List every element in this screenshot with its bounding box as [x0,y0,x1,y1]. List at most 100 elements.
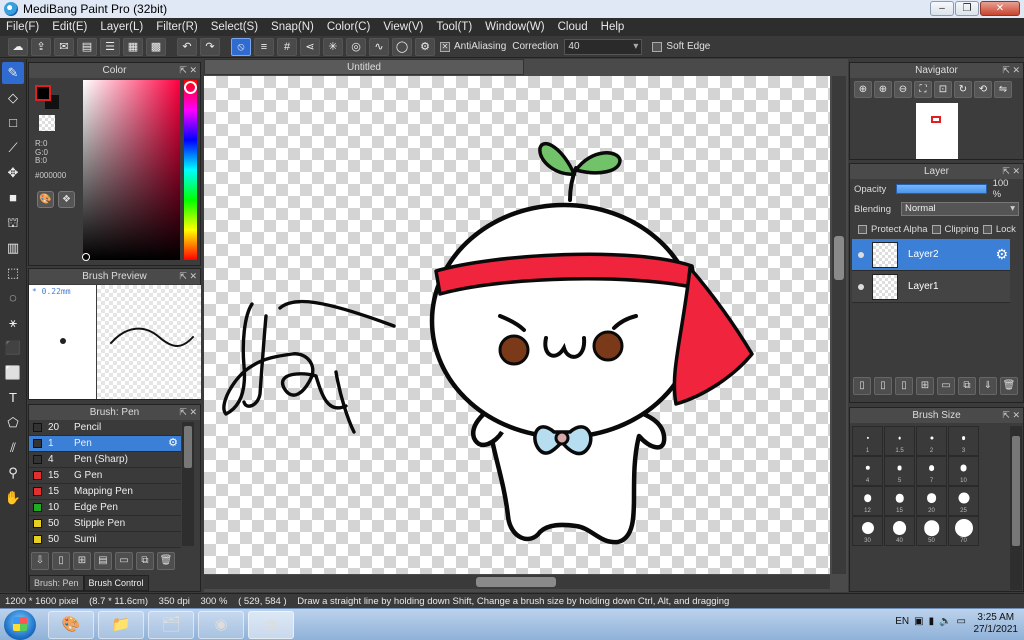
brush-size-option[interactable]: 15 [884,486,915,516]
antialiasing-checkbox[interactable]: ✕ [440,41,450,52]
visibility-eye-icon[interactable] [858,251,864,258]
brush-properties-icon[interactable]: ▤ [94,552,112,570]
brush-size-option[interactable]: 1 [852,426,883,456]
volume-icon[interactable]: 🔈 [939,616,951,627]
menu-layer[interactable]: Layer(L) [100,21,143,33]
network-icon[interactable]: ▮ [929,616,935,627]
delete-layer-icon[interactable]: 🗑 [1000,377,1018,395]
menu-filter[interactable]: Filter(R) [156,21,198,33]
brush-size-option[interactable]: 5 [884,456,915,486]
cloud-save-icon[interactable]: ☁ [8,37,28,56]
color-history-icon[interactable]: ❖ [58,191,75,208]
zoom-in-alt-icon[interactable]: ⊕ [874,81,892,98]
fill-rect-tool-icon[interactable]: ■ [2,187,24,209]
menu-cloud[interactable]: Cloud [558,21,588,33]
opacity-slider[interactable] [896,184,987,194]
rotate-icon[interactable]: ↻ [954,81,972,98]
correction-select[interactable]: 40 [564,38,643,55]
brush-list-icon[interactable]: ☰ [100,37,120,56]
duplicate-brush-icon[interactable]: ⧉ [136,552,154,570]
brush-size-option[interactable]: 1.5 [884,426,915,456]
select-pen-tool-icon[interactable]: ⬛ [2,337,24,359]
redo-icon[interactable]: ↷ [200,37,220,56]
office-app-icon[interactable]: 🗂 [148,611,194,639]
blending-select[interactable]: Normal [900,202,1019,216]
add-brush-icon[interactable]: ⊞ [73,552,91,570]
lasso-tool-icon[interactable]: ◌ [2,287,24,309]
menu-help[interactable]: Help [601,21,625,33]
panel-controls-icon[interactable]: ⇱ ✕ [179,63,197,78]
divide-tool-icon[interactable]: ⫽ [2,437,24,459]
visibility-eye-icon[interactable] [858,283,864,290]
file-explorer-icon[interactable]: 📁 [98,611,144,639]
layers-icon[interactable]: ▤ [77,37,97,56]
clipping-checkbox[interactable] [931,224,941,234]
tab-brush[interactable]: Brush: Pen [29,575,84,591]
brush-size-option[interactable]: 4 [852,456,883,486]
brush-size-option[interactable]: 70 [948,516,979,546]
parallel-snap-icon[interactable]: ≡ [254,37,274,56]
brush-list-item[interactable]: 50 Stipple Pen [29,516,181,532]
scroll-thumb[interactable] [834,236,844,280]
zoom-out-icon[interactable]: ⊖ [894,81,912,98]
canvas-horizontal-scrollbar[interactable] [204,575,830,589]
materials-icon[interactable]: ▦ [123,37,143,56]
bucket-tool-icon[interactable]: ⛫ [2,212,24,234]
brush-size-option[interactable]: 7 [916,456,947,486]
transparent-color-swatch[interactable] [39,115,55,131]
select-eraser-tool-icon[interactable]: ⬜ [2,362,24,384]
foreground-color-swatch[interactable] [35,85,51,101]
circle-snap-icon[interactable]: ◎ [346,37,366,56]
select-tool-icon[interactable]: ⬚ [2,262,24,284]
layer-settings-gear-icon[interactable]: ⚙ [995,246,1008,263]
tab-brush-control[interactable]: Brush Control [83,575,149,591]
menu-file[interactable]: File(F) [6,21,39,33]
scroll-thumb[interactable] [476,577,556,587]
lock-checkbox[interactable] [982,224,992,234]
hand-tool-icon[interactable]: ✋ [2,487,24,509]
line-tool-icon[interactable]: ⟋ [2,137,24,159]
brush-list-item[interactable]: 15 G Pen [29,468,181,484]
brush-list-item[interactable]: 20 Pencil [29,420,181,436]
hue-slider[interactable] [184,80,197,260]
brush-list-item[interactable]: 10 Edge Pen [29,500,181,516]
panel-tool-icon[interactable]: ⬠ [2,412,24,434]
saturation-value-picker[interactable] [83,80,180,260]
menu-edit[interactable]: Edit(E) [52,21,87,33]
battery-icon[interactable]: ▭ [957,616,966,627]
panel-controls-icon[interactable]: ⇱ ✕ [179,405,197,420]
brush-size-option[interactable]: 20 [916,486,947,516]
ellipse-snap-icon[interactable]: ◯ [392,37,412,56]
brush-settings-gear-icon[interactable]: ⚙ [168,436,178,449]
panel-controls-icon[interactable]: ⇱ ✕ [1002,408,1020,423]
merge-layer-icon[interactable]: ⇓ [979,377,997,395]
brush-list-item[interactable]: 15 Mapping Pen [29,484,181,500]
brush-list-item[interactable]: 1 Pen ⚙ [29,436,181,452]
brush-list-scrollbar[interactable] [182,422,194,546]
paint-app-icon[interactable]: 🎨 [48,611,94,639]
download-brush-icon[interactable]: ⇩ [31,552,49,570]
brush-size-option[interactable]: 3 [948,426,979,456]
brush-list-item[interactable]: 50 Sumi [29,532,181,548]
curve-snap-icon[interactable]: ∿ [369,37,389,56]
brush-size-option[interactable]: 10 [948,456,979,486]
close-button[interactable]: ✕ [980,1,1020,16]
magic-wand-tool-icon[interactable]: ⚹ [2,312,24,334]
layer-folder-icon[interactable]: ▭ [937,377,955,395]
panel-controls-icon[interactable]: ⇱ ✕ [179,269,197,284]
antivirus-icon[interactable]: ▣ [914,616,923,627]
navigator-viewbox[interactable] [931,116,941,123]
minimize-button[interactable]: – [930,1,954,16]
brush-folder-icon[interactable]: ▭ [115,552,133,570]
menu-window[interactable]: Window(W) [485,21,544,33]
brush-size-option[interactable]: 12 [852,486,883,516]
layer-row[interactable]: Layer1 [852,271,1010,303]
soft-edge-checkbox[interactable] [652,41,663,52]
brush-size-option[interactable]: 30 [852,516,883,546]
document-tab[interactable]: Untitled [204,59,524,75]
share-icon[interactable]: ⇪ [31,37,51,56]
flip-icon[interactable]: ⇋ [994,81,1012,98]
new-8bit-layer-icon[interactable]: ▯ [895,377,913,395]
navigator-thumbnail[interactable] [916,103,958,159]
add-layer-menu-icon[interactable]: ⊞ [916,377,934,395]
